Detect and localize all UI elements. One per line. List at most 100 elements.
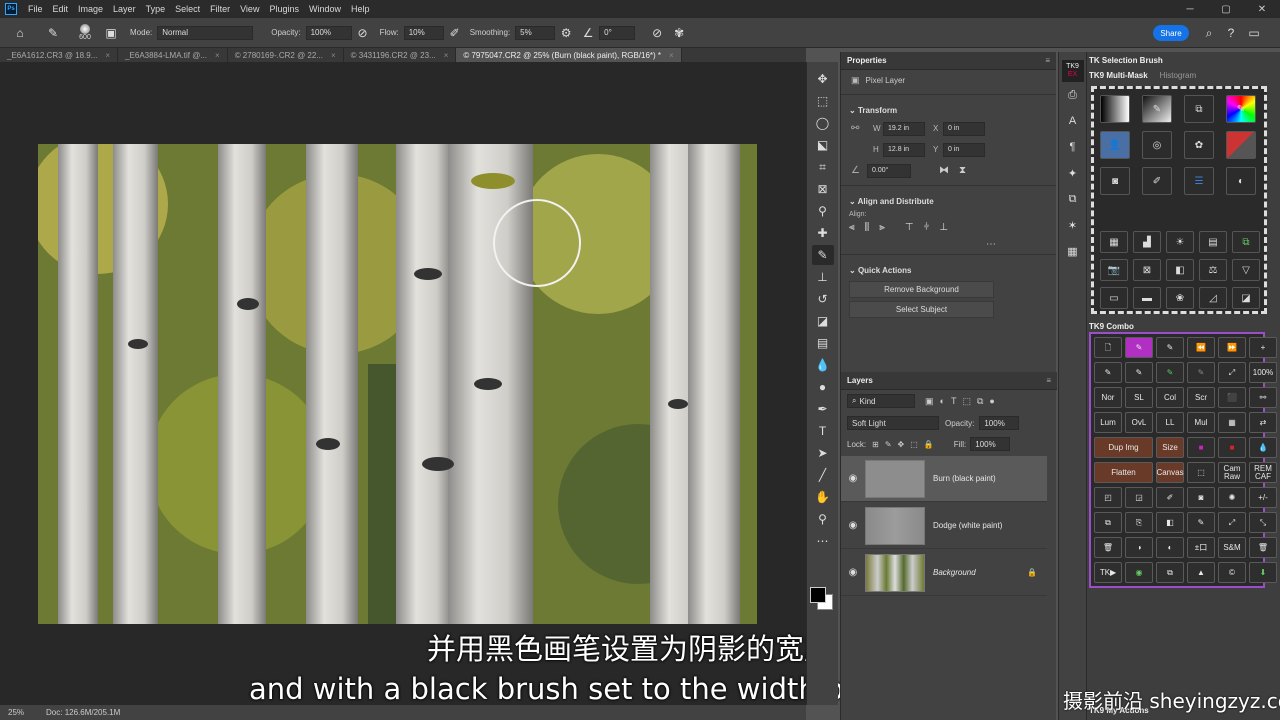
brush-tool-icon[interactable]: ✎: [45, 25, 61, 41]
brush-tool-icon[interactable]: ✎: [811, 245, 834, 265]
remove-background-button[interactable]: Remove Background: [849, 281, 994, 298]
libraries-icon[interactable]: ▦: [1063, 240, 1083, 262]
smoothing-input[interactable]: 5%: [515, 25, 556, 40]
menu-file[interactable]: File: [23, 4, 48, 14]
workspace-icon[interactable]: ▭: [1246, 25, 1262, 41]
history-brush-tool-icon[interactable]: ↺: [812, 289, 834, 309]
sparkle-mask-icon[interactable]: ✺: [1218, 487, 1246, 508]
panel-menu-icon[interactable]: ≡: [1045, 56, 1050, 65]
healing-brush-tool-icon[interactable]: ✚: [812, 223, 834, 243]
align-section-header[interactable]: ⌄ Align and Distribute: [841, 190, 1056, 209]
lock-position-icon[interactable]: ✥: [898, 440, 905, 449]
blend-color-button[interactable]: Col: [1156, 387, 1184, 408]
white-brush-icon[interactable]: ✎: [1125, 362, 1153, 383]
filter-pixel-icon[interactable]: ▣: [925, 396, 934, 407]
close-tab-icon[interactable]: ×: [215, 51, 220, 60]
filter-smart-object-icon[interactable]: ⧉: [977, 396, 983, 407]
menu-select[interactable]: Select: [170, 4, 205, 14]
height-field[interactable]: 12.8 in: [883, 142, 925, 157]
close-tab-icon[interactable]: ×: [331, 51, 336, 60]
warning-triangle-icon[interactable]: ▲: [1187, 562, 1215, 583]
rem-caf-button[interactable]: REM CAF: [1249, 462, 1277, 483]
tab-document-1[interactable]: _E6A1612.CR3 @ 18.9... ×: [0, 48, 119, 62]
layer-mask-icon[interactable]: ◰: [1094, 487, 1122, 508]
stamp-merge-button[interactable]: S&M: [1218, 537, 1246, 558]
gradient-tool-icon[interactable]: ▤: [812, 333, 834, 353]
dark-box-icon[interactable]: ◧: [1156, 512, 1184, 533]
lock-artboard-icon[interactable]: ⬚: [910, 440, 918, 449]
menu-image[interactable]: Image: [73, 4, 108, 14]
transform-section-header[interactable]: ⌄ Transform: [841, 99, 1056, 118]
green-brush-icon[interactable]: ✎: [1156, 362, 1184, 383]
eye-toggle-icon[interactable]: ◉: [1125, 562, 1153, 583]
filter-toggle-icon[interactable]: ●: [989, 396, 994, 406]
menu-type[interactable]: Type: [141, 4, 171, 14]
mask-apply-icon[interactable]: ◙: [1100, 167, 1130, 195]
delete-icon[interactable]: 🗑: [1249, 537, 1277, 558]
mask-gradient-icon[interactable]: [1100, 95, 1130, 123]
flatten-button[interactable]: Flatten: [1094, 462, 1153, 483]
tk9-ex-logo[interactable]: TK9 EX: [1061, 60, 1084, 82]
calculator-icon[interactable]: ▦: [1218, 412, 1246, 433]
text-mask-icon[interactable]: ◙: [1187, 487, 1215, 508]
rgb-brush-icon[interactable]: ✎: [1156, 337, 1184, 358]
plus-minus-box-button[interactable]: ±口: [1187, 537, 1215, 558]
black-brush-icon[interactable]: ✎: [1094, 362, 1122, 383]
menu-edit[interactable]: Edit: [48, 4, 74, 14]
opacity-input[interactable]: 100%: [305, 25, 352, 40]
x-field[interactable]: 0 in: [943, 121, 985, 136]
fit-screen-icon[interactable]: ⤢: [1218, 362, 1246, 383]
layers-stack-icon[interactable]: ⧉: [1156, 562, 1184, 583]
tab-document-3[interactable]: © 2780169-.CR2 @ 22... ×: [228, 48, 344, 62]
link-icon[interactable]: ⚯: [851, 123, 873, 134]
forward-icon[interactable]: ⏩: [1218, 337, 1246, 358]
maximize-icon[interactable]: ▢: [1208, 0, 1244, 18]
stack-icon[interactable]: ⧉: [1232, 231, 1260, 253]
mask-blend-icon[interactable]: ◐: [1226, 167, 1256, 195]
help-icon[interactable]: ?: [1223, 25, 1239, 41]
plus-minus-button[interactable]: +/-: [1249, 487, 1277, 508]
flip-vertical-icon[interactable]: ⧗: [959, 165, 966, 176]
align-top-icon[interactable]: ⊤: [905, 222, 914, 233]
mask-brush-icon[interactable]: ✎: [1142, 95, 1172, 123]
menu-layer[interactable]: Layer: [108, 4, 141, 14]
align-left-icon[interactable]: ⫷: [849, 222, 855, 233]
mask-color-icon[interactable]: ✎: [1226, 95, 1256, 123]
mask-subject-icon[interactable]: 👤: [1100, 131, 1130, 159]
mode-select[interactable]: Normal: [157, 25, 254, 40]
blend-multiply-button[interactable]: Mul: [1187, 412, 1215, 433]
mask-target-icon[interactable]: ◎: [1142, 131, 1172, 159]
zoom-level[interactable]: 25%: [8, 708, 24, 717]
menu-filter[interactable]: Filter: [205, 4, 235, 14]
drop-icon[interactable]: 💧: [1249, 437, 1277, 458]
paragraph-icon[interactable]: ¶: [1063, 136, 1083, 158]
lock-image-icon[interactable]: ✎: [885, 440, 892, 449]
channels-icon[interactable]: ⧉: [1063, 188, 1083, 210]
print-icon[interactable]: ⎙: [1063, 84, 1083, 106]
search-icon[interactable]: ⌕: [1201, 25, 1217, 41]
toggle-icon[interactable]: ◑: [1125, 537, 1153, 558]
align-right-icon[interactable]: ⫸: [879, 222, 885, 233]
blur-tool-icon[interactable]: 💧: [812, 355, 834, 375]
swap-icon[interactable]: ⇄: [1249, 412, 1277, 433]
width-field[interactable]: 19.2 in: [883, 121, 925, 136]
adjustments-icon[interactable]: ✶: [1063, 214, 1083, 236]
flip-horizontal-icon[interactable]: ⧓: [939, 165, 949, 176]
eye-icon[interactable]: ◉: [841, 473, 865, 484]
rewind-icon[interactable]: ⏪: [1187, 337, 1215, 358]
film-icon[interactable]: ▤: [1199, 231, 1227, 253]
filter-shape-icon[interactable]: ⬚: [962, 396, 971, 407]
close-tab-icon[interactable]: ×: [669, 51, 674, 60]
cross-icon[interactable]: ⊠: [1133, 259, 1161, 281]
eye-icon[interactable]: ◉: [841, 567, 865, 578]
share-button[interactable]: Share: [1153, 25, 1189, 41]
layer-row[interactable]: ◉ Dodge (white paint): [841, 503, 1047, 549]
download-icon[interactable]: ⬇: [1249, 562, 1277, 583]
new-document-icon[interactable]: 🗋: [1094, 337, 1122, 358]
stamp-icon[interactable]: ⬛: [1218, 387, 1246, 408]
menu-plugins[interactable]: Plugins: [264, 4, 304, 14]
menu-help[interactable]: Help: [346, 4, 375, 14]
tab-document-2[interactable]: _E6A3884-LMA.tif @... ×: [118, 48, 228, 62]
symmetry-icon[interactable]: ✾: [671, 25, 687, 41]
mask-edit-icon[interactable]: ✐: [1142, 167, 1172, 195]
